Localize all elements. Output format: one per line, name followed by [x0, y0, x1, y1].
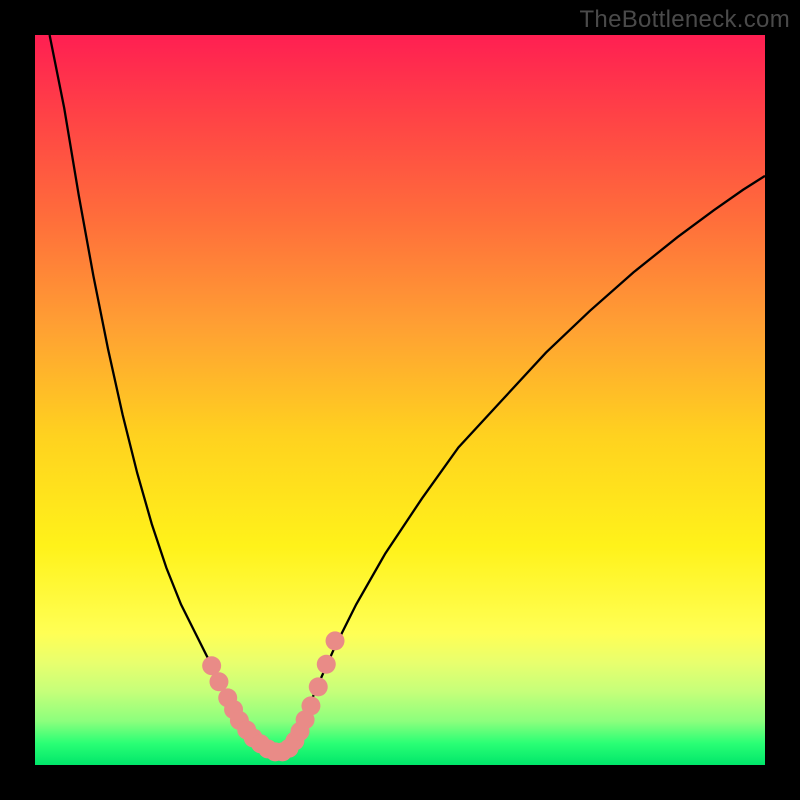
left-curve-group — [50, 35, 269, 750]
chart-svg — [35, 35, 765, 765]
left-curve — [50, 35, 269, 750]
marker-dot — [326, 631, 345, 650]
marker-dot — [309, 677, 328, 696]
marker-dot — [301, 696, 320, 715]
marker-dot — [317, 655, 336, 674]
right-curve-group — [287, 176, 765, 751]
marker-dot — [209, 672, 228, 691]
chart-frame: TheBottleneck.com — [0, 0, 800, 800]
marker-dots-group — [202, 631, 344, 761]
watermark-text: TheBottleneck.com — [579, 6, 790, 34]
right-curve — [287, 176, 765, 751]
